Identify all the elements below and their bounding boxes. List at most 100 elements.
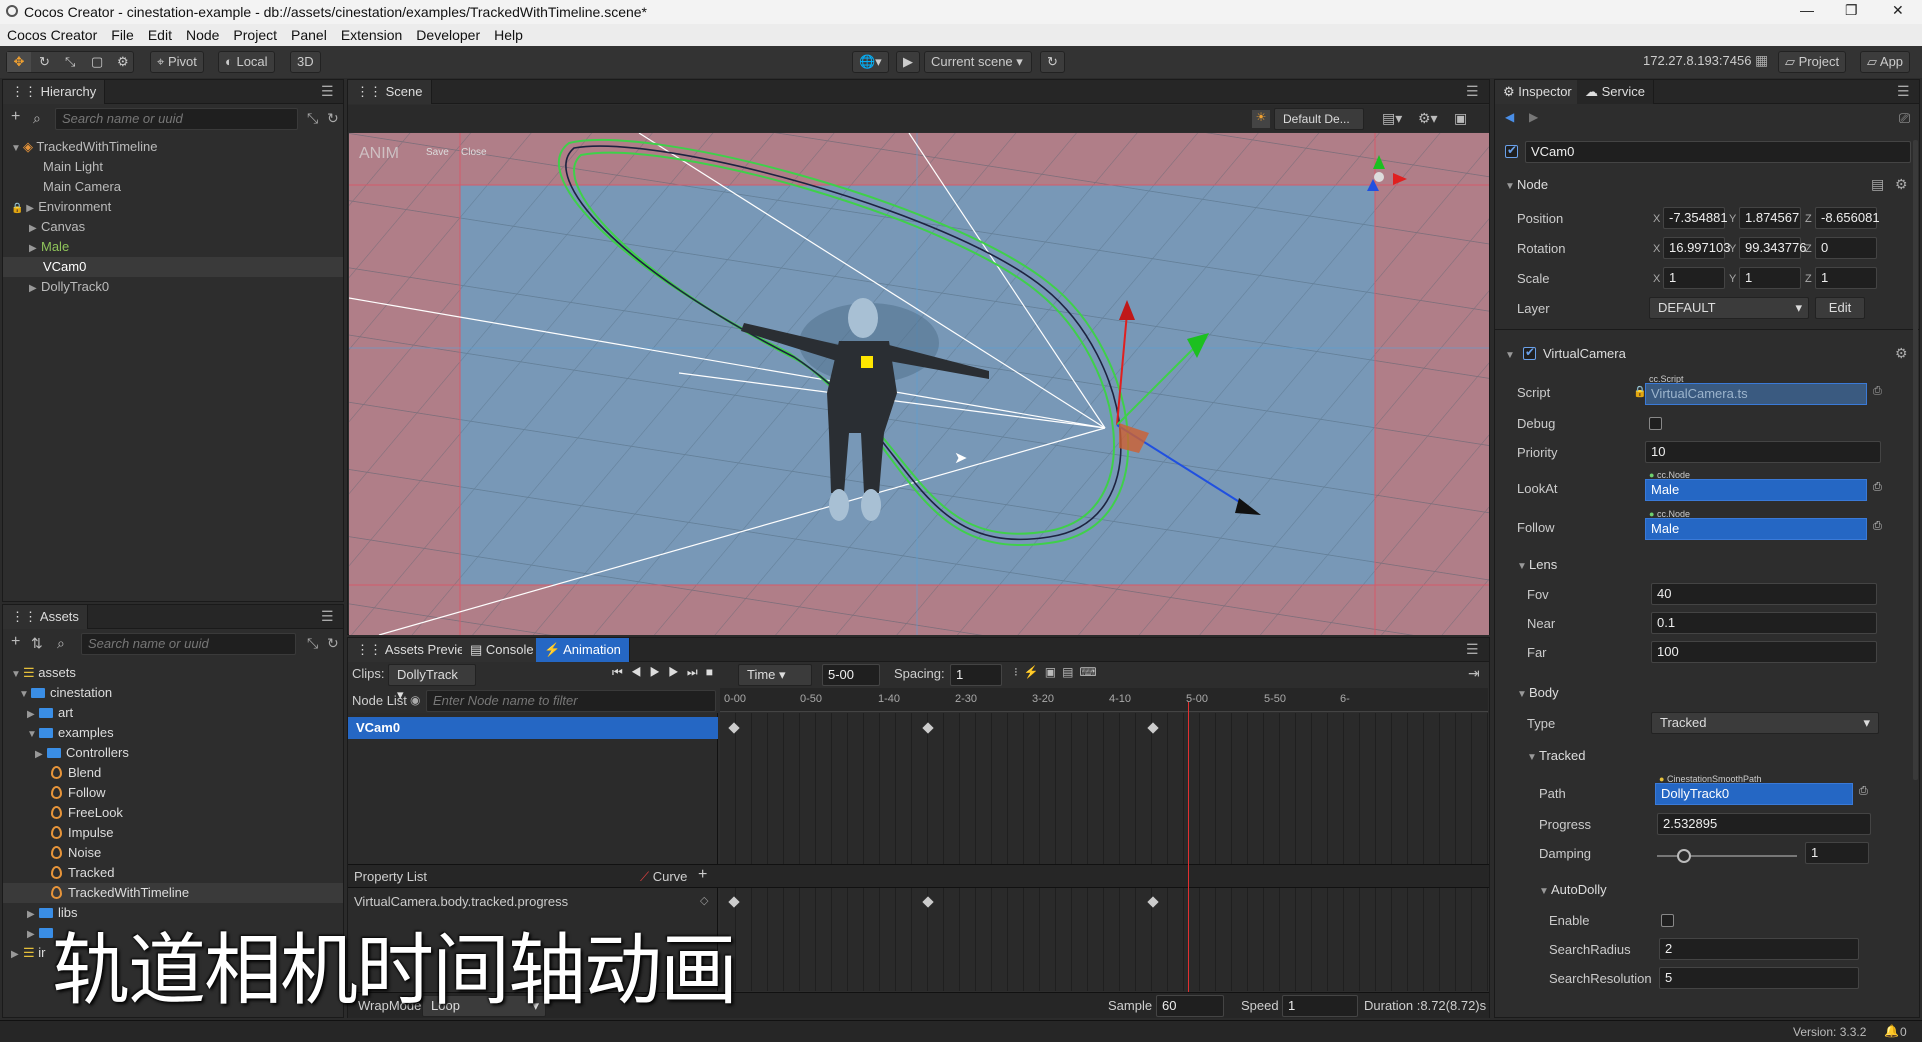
asset-internal[interactable]: ▶ ☰ ir [11,943,46,963]
lens-section[interactable]: ▼ Lens [1517,557,1557,572]
menu-developer[interactable]: Developer [409,24,487,43]
rotation-z[interactable]: 0 [1815,237,1877,259]
pin-icon[interactable]: ⎚ [1899,110,1910,127]
asset-noise[interactable]: Noise [51,843,101,863]
preview-platform-icon[interactable]: 🌐▾ [852,51,889,73]
add-property-icon[interactable]: + [698,866,707,884]
scene-select[interactable]: Current scene ▾ [924,51,1032,73]
exit-anim-icon[interactable]: ⇥ [1468,665,1480,682]
node-filter-input[interactable]: Enter Node name to filter [426,690,716,712]
asset-cinestation[interactable]: ▼ cinestation [19,683,112,703]
hierarchy-search-input[interactable]: Search name or uuid [55,108,298,130]
type-select[interactable]: Tracked ▾ [1651,712,1879,734]
asset-freelook[interactable]: FreeLook [51,803,123,823]
autodolly-enable-checkbox[interactable] [1661,914,1674,927]
tree-item-male[interactable]: ▶ Male [29,237,69,257]
collapse-assets-icon[interactable]: ⤡ [307,635,318,652]
curve-button[interactable]: ⟋ Curve [640,869,687,885]
asset-follow[interactable]: Follow [51,783,106,803]
search-icon[interactable]: ⌕ [33,110,41,127]
inspector-menu-icon[interactable]: ☰ [1897,83,1910,100]
minimize-icon[interactable]: — [1800,2,1814,18]
forward-icon[interactable]: ▶ [1529,110,1538,124]
play-icon[interactable]: ▶ [896,51,920,73]
position-z[interactable]: -8.656081 [1815,207,1880,229]
rotation-x[interactable]: 16.997103 [1663,237,1730,259]
rotation-y[interactable]: 99.343776 [1739,237,1806,259]
notification-icon[interactable]: 🔔 [1884,1024,1899,1038]
pick-icon[interactable]: ⎙ [1873,481,1882,494]
follow-field[interactable]: Male [1645,518,1867,540]
scale-z[interactable]: 1 [1815,267,1877,289]
anim-panel-menu-icon[interactable]: ☰ [1466,641,1479,658]
damping-input[interactable]: 1 [1805,842,1869,864]
menu-extension[interactable]: Extension [334,24,409,43]
body-section[interactable]: ▼ Body [1517,685,1559,700]
tree-item-environment[interactable]: 🔒 ▶ Environment [11,197,111,217]
light-icon[interactable]: ☀ [1252,110,1270,128]
tree-item-dollytrack0[interactable]: ▶ DollyTrack0 [29,277,109,297]
tree-item-scene[interactable]: ▼ ◈ TrackedWithTimeline [11,137,158,157]
assets-menu-icon[interactable]: ☰ [321,608,334,625]
refresh-hierarchy-icon[interactable]: ↻ [327,110,339,127]
local-button[interactable]: ◐ Local [218,51,275,73]
node-settings-icon[interactable]: ⚙ [1895,176,1908,193]
timeline-grid[interactable] [720,713,1488,991]
menu-node[interactable]: Node [179,24,226,43]
error-count[interactable]: 0 [1900,1025,1907,1039]
scene-layout-icon[interactable]: ▣ [1454,110,1467,127]
restore-icon[interactable]: ❐ [1845,2,1858,19]
project-button[interactable]: ▱ Project [1778,51,1847,73]
scale-x[interactable]: 1 [1663,267,1725,289]
autodolly-section[interactable]: ▼ AutoDolly [1539,882,1607,897]
move-tool-icon[interactable]: ✥ [7,52,31,72]
close-icon[interactable]: ✕ [1892,2,1904,19]
anim-close-button[interactable]: Close [461,147,487,158]
sort-icon[interactable]: ⇅ [31,635,43,652]
tab-console[interactable]: ▤ Console [462,638,543,662]
asset-impulse[interactable]: Impulse [51,823,114,843]
spacing-input[interactable]: 1 [950,664,1002,686]
position-y[interactable]: 1.874567 [1739,207,1801,229]
tree-item-canvas[interactable]: ▶ Canvas [29,217,85,237]
speed-input[interactable]: 1 [1282,995,1358,1017]
search-resolution-input[interactable]: 5 [1659,967,1859,989]
add-icon[interactable]: + [11,108,20,126]
refresh-assets-icon[interactable]: ↻ [327,635,339,652]
debug-checkbox[interactable] [1649,417,1662,430]
asset-trackedwithtimeline[interactable]: TrackedWithTimeline [3,883,343,903]
tab-scene[interactable]: ⋮⋮ Scene [348,80,432,104]
timeline-ruler[interactable]: 0-00 0-50 1-40 2-30 3-20 4-10 5-00 5-50 … [720,688,1488,712]
current-time-input[interactable]: 5-00 [822,664,880,686]
script-field[interactable]: VirtualCamera.ts [1645,383,1867,405]
rotate-tool-icon[interactable]: ↻ [39,52,50,72]
view-mode-icon[interactable]: ▤▾ [1382,110,1402,127]
menu-edit[interactable]: Edit [141,24,179,43]
tab-hierarchy[interactable]: ⋮⋮ Hierarchy [3,80,106,104]
mode-3d-button[interactable]: 3D [290,51,321,73]
menu-panel[interactable]: Panel [284,24,334,43]
menu-cocos-creator[interactable]: Cocos Creator [0,24,104,43]
tab-service[interactable]: ☁ Service [1577,80,1654,104]
search-assets-icon[interactable]: ⌕ [57,635,65,652]
tab-animation[interactable]: ⚡ Animation [536,638,630,662]
panel-menu-icon[interactable]: ☰ [321,83,334,100]
rect-tool-icon[interactable]: ▢ [91,52,103,72]
layer-edit-button[interactable]: Edit [1815,297,1865,319]
scene-viewport[interactable]: ANIM Save Close ➤ [349,133,1489,635]
asset-tracked[interactable]: Tracked [51,863,114,883]
scene-settings-icon[interactable]: ⚙▾ [1418,110,1438,127]
priority-input[interactable]: 10 [1645,441,1881,463]
inspector-scrollbar[interactable] [1913,140,1918,780]
asset-art[interactable]: ▶ art [27,703,73,723]
virtualcamera-section[interactable]: ▼ [1505,346,1517,361]
anim-tools-icons[interactable]: ⁝⚡▣▤⌨ [1014,665,1103,679]
node-active-checkbox[interactable] [1505,143,1518,158]
time-mode-select[interactable]: Time ▾ [738,664,812,686]
app-button[interactable]: ▱ App [1860,51,1911,73]
menu-project[interactable]: Project [226,24,284,43]
menu-file[interactable]: File [104,24,141,43]
node-row-vcam0[interactable]: VCam0 [348,717,718,739]
far-input[interactable]: 100 [1651,641,1877,663]
tab-assets[interactable]: ⋮⋮ Assets [3,605,88,629]
